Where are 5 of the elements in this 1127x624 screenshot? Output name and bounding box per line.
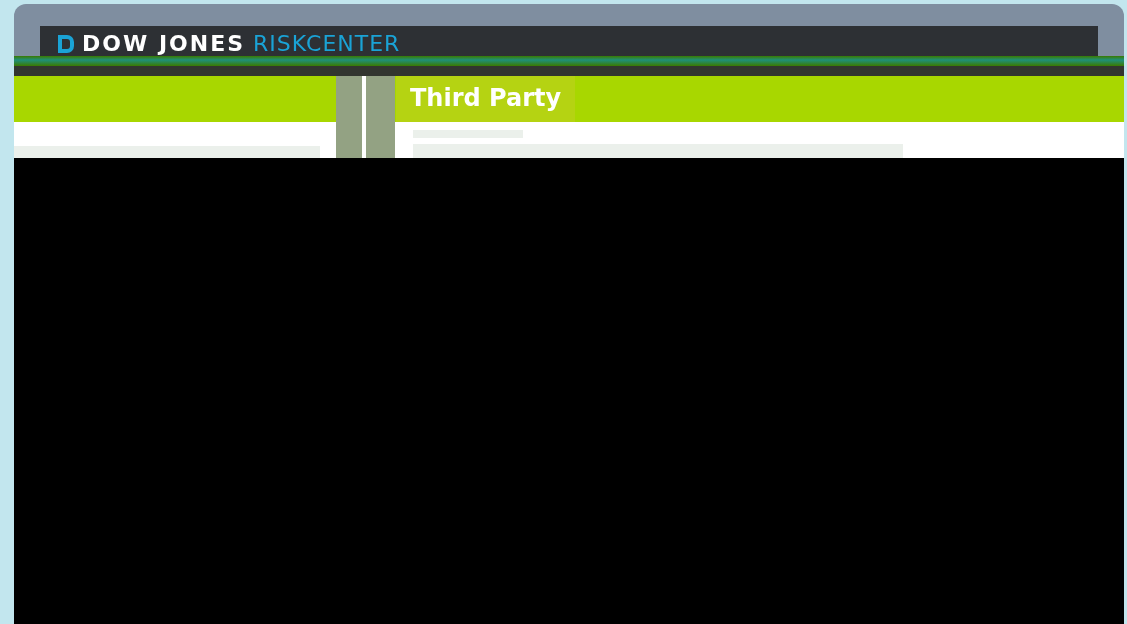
brand-name: DOW JONES	[82, 32, 246, 56]
divider-column	[336, 76, 395, 122]
logo-icon	[58, 35, 74, 53]
product-name: RISKCENTER	[253, 32, 401, 56]
tab[interactable]: Third Party	[396, 76, 576, 122]
